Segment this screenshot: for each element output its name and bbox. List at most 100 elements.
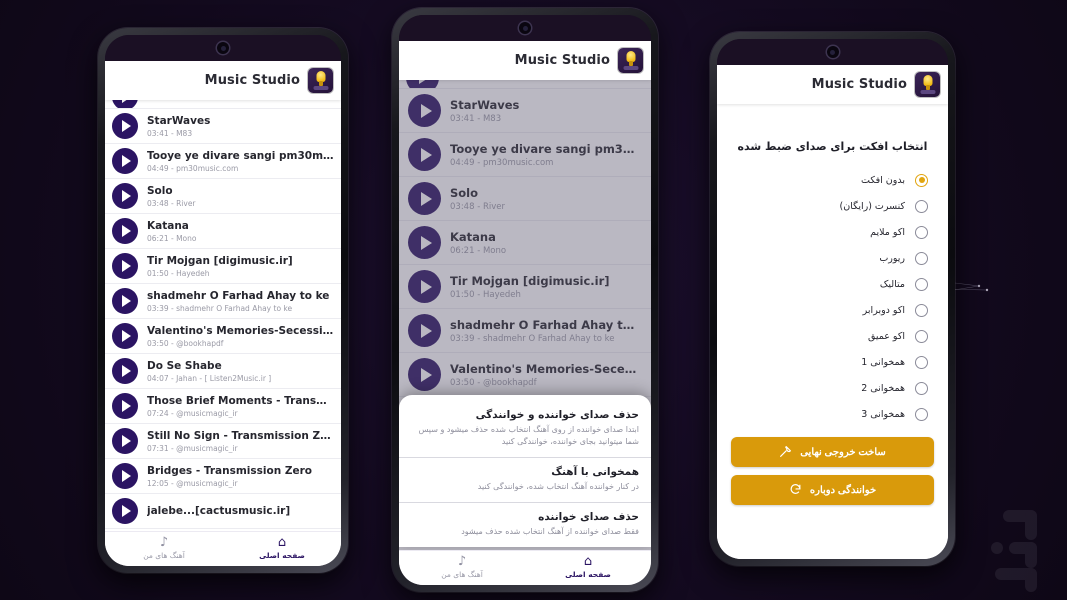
song-meta: Katana 06:21 - Mono <box>450 230 642 256</box>
nav-item-my-songs[interactable]: ♪ آهنگ های من <box>399 551 525 585</box>
nav-item-home[interactable]: ⌂ صفحه اصلی <box>525 551 651 585</box>
site-watermark <box>975 506 1053 594</box>
effect-option-row[interactable]: اکو ملایم <box>731 219 934 245</box>
table-row[interactable]: Valentino's Memories-Secession Studios03… <box>105 319 341 354</box>
phone-right-screen: Music Studio انتخاب افکت برای صدای ضبط ش… <box>717 65 948 559</box>
table-row[interactable]: Valentino's Memories-Secession Studios03… <box>399 353 651 397</box>
radio-button[interactable] <box>915 329 928 343</box>
table-row[interactable]: StarWaves 03:41 - M83 <box>105 109 341 144</box>
radio-button[interactable] <box>915 303 928 317</box>
app-title: Music Studio <box>204 73 300 88</box>
sheet-option-remove-vocal[interactable]: حذف صدای خواننده فقط صدای خواننده از آهن… <box>399 503 651 547</box>
song-title: Still No Sign - Transmission Zero <box>147 429 334 442</box>
play-icon[interactable] <box>112 323 138 349</box>
radio-button[interactable] <box>915 277 928 291</box>
song-meta: Solo 03:48 - River <box>450 186 642 212</box>
radio-button[interactable] <box>915 225 928 239</box>
sheet-option-sing-along[interactable]: همخوانی با آهنگ در کنار خواننده آهنگ انت… <box>399 458 651 503</box>
effect-option-row[interactable]: ریورب <box>731 245 934 271</box>
song-title: StarWaves <box>147 114 211 127</box>
table-row[interactable]: shadmehr O Farhad Ahay to ke 03:39 - shad… <box>399 309 651 353</box>
table-row[interactable] <box>399 80 651 89</box>
radio-button[interactable] <box>915 251 928 265</box>
song-meta: Do Se Shabe04:07 - Jahan - [ Listen2Musi… <box>147 360 334 383</box>
play-icon[interactable] <box>408 138 441 171</box>
song-meta: StarWaves 03:41 - M83 <box>450 98 642 124</box>
table-row[interactable]: Those Brief Moments - Transmission Zero0… <box>105 389 341 424</box>
front-camera-icon <box>519 22 531 34</box>
radio-button-selected[interactable] <box>915 173 928 187</box>
sheet-option-remove-vocal-and-sing[interactable]: حذف صدای خواننده و خوانندگی ابتدا صدای خ… <box>399 401 651 458</box>
play-icon[interactable] <box>112 148 138 174</box>
song-meta: Valentino's Memories-Secession Studios03… <box>147 325 334 348</box>
play-icon[interactable] <box>112 288 138 314</box>
table-row[interactable]: Katana 06:21 - Mono <box>399 221 651 265</box>
radio-button[interactable] <box>915 407 928 421</box>
table-row[interactable]: shadmehr O Farhad Ahay to ke 03:39 - shad… <box>105 284 341 319</box>
table-row[interactable]: Tooye ye divare sangi pm30music.com04:49… <box>399 133 651 177</box>
build-final-output-button[interactable]: ساخت خروجی نهایی <box>731 437 934 467</box>
effect-option-row[interactable]: همخوانی 3 <box>731 401 934 427</box>
play-icon[interactable] <box>408 182 441 215</box>
refresh-icon <box>789 483 802 498</box>
play-icon[interactable] <box>112 218 138 244</box>
play-icon[interactable] <box>408 94 441 127</box>
play-icon[interactable] <box>408 314 441 347</box>
table-row[interactable]: Tir Mojgan [digimusic.ir] 01:50 - Hayedeh <box>399 265 651 309</box>
song-list-left[interactable]: StarWaves 03:41 - M83 Tooye ye divare sang… <box>105 100 341 531</box>
music-note-icon: ♪ <box>159 535 169 550</box>
table-row[interactable]: Still No Sign - Transmission Zero 07:31 -… <box>105 424 341 459</box>
effect-option-row[interactable]: اکو دوبرابر <box>731 297 934 323</box>
play-icon[interactable] <box>406 80 439 88</box>
play-icon[interactable] <box>112 100 138 108</box>
home-icon: ⌂ <box>277 535 287 550</box>
table-row[interactable]: StarWaves 03:41 - M83 <box>399 89 651 133</box>
song-meta: Valentino's Memories-Secession Studios03… <box>450 362 642 388</box>
effect-option-label: اکو دوبرابر <box>862 304 905 316</box>
song-title: Tooye ye divare sangi pm30music.com <box>147 149 334 162</box>
effect-option-row[interactable]: اکو عمیق <box>731 323 934 349</box>
song-title: Bridges - Transmission Zero <box>147 464 312 477</box>
play-icon[interactable] <box>408 270 441 303</box>
table-row[interactable]: Solo 03:48 - River <box>399 177 651 221</box>
effect-option-row[interactable]: بدون افکت <box>731 167 934 193</box>
radio-button[interactable] <box>915 355 928 369</box>
radio-button[interactable] <box>915 381 928 395</box>
play-icon[interactable] <box>112 113 138 139</box>
play-icon[interactable] <box>112 253 138 279</box>
song-title: shadmehr O Farhad Ahay to ke <box>147 289 330 302</box>
sheet-option-desc: ابتدا صدای خواننده از روی آهنگ انتخاب شد… <box>418 425 639 446</box>
song-subtitle: 03:48 - River <box>147 198 196 208</box>
phone-middle-notch <box>399 15 651 41</box>
play-icon[interactable] <box>112 428 138 454</box>
phone-right: Music Studio انتخاب افکت برای صدای ضبط ش… <box>710 32 955 566</box>
play-icon[interactable] <box>112 393 138 419</box>
table-row[interactable]: Katana 06:21 - Mono <box>105 214 341 249</box>
effect-option-row[interactable]: کنسرت (رایگان) <box>731 193 934 219</box>
play-icon[interactable] <box>408 358 441 391</box>
table-row[interactable] <box>105 100 341 109</box>
table-row[interactable]: jalebe...[cactusmusic.ir] <box>105 494 341 529</box>
nav-item-home[interactable]: ⌂ صفحه اصلی <box>223 532 341 566</box>
effect-option-row[interactable]: همخوانی 1 <box>731 349 934 375</box>
sing-again-button[interactable]: خوانندگی دوباره <box>731 475 934 505</box>
table-row[interactable]: Tooye ye divare sangi pm30music.com04:49… <box>105 144 341 179</box>
song-subtitle: 03:39 - shadmehr O Farhad Ahay to ke <box>450 333 615 344</box>
song-meta: Solo 03:48 - River <box>147 185 334 208</box>
effect-option-row[interactable]: همخوانی 2 <box>731 375 934 401</box>
play-icon[interactable] <box>408 226 441 259</box>
play-icon[interactable] <box>112 358 138 384</box>
effect-option-label: همخوانی 3 <box>861 408 905 420</box>
play-icon[interactable] <box>112 183 138 209</box>
radio-button[interactable] <box>915 199 928 213</box>
table-row[interactable]: Bridges - Transmission Zero 12:05 - @musi… <box>105 459 341 494</box>
table-row[interactable]: Do Se Shabe04:07 - Jahan - [ Listen2Musi… <box>105 354 341 389</box>
play-icon[interactable] <box>112 463 138 489</box>
effect-option-row[interactable]: متالیک <box>731 271 934 297</box>
nav-label-my-songs: آهنگ های من <box>441 570 483 579</box>
effects-radio-group[interactable]: بدون افکت کنسرت (رایگان) اکو ملایم ریورب متا… <box>731 167 934 427</box>
table-row[interactable]: Solo 03:48 - River <box>105 179 341 214</box>
table-row[interactable]: Tir Mojgan [digimusic.ir] 01:50 - Hayedeh <box>105 249 341 284</box>
play-icon[interactable] <box>112 498 138 524</box>
nav-item-my-songs[interactable]: ♪ آهنگ های من <box>105 532 223 566</box>
